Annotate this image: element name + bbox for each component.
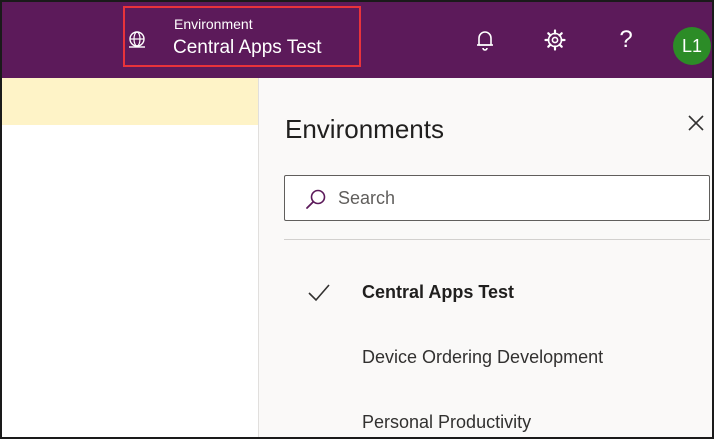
notification-banner <box>2 78 258 125</box>
checkmark-icon <box>308 284 330 302</box>
panel-title: Environments <box>285 114 444 144</box>
environment-item-label: Central Apps Test <box>362 282 515 302</box>
help-icon[interactable]: ? <box>613 26 639 54</box>
bell-icon[interactable] <box>472 26 498 54</box>
environment-item[interactable]: Personal Productivity <box>285 395 710 437</box>
environment-label: Environment <box>174 16 253 32</box>
avatar-initials: L1 <box>681 35 703 56</box>
environment-item-label: Personal Productivity <box>362 412 532 432</box>
globe-icon <box>129 31 145 48</box>
top-header-bar: Environment Central Apps Test ? L1 <box>2 2 712 78</box>
help-glyph: ? <box>619 26 633 53</box>
close-icon[interactable] <box>685 112 707 134</box>
environment-item-label: Device Ordering Development <box>362 347 604 367</box>
environment-name[interactable]: Central Apps Test <box>173 37 322 59</box>
environment-item-selected[interactable]: Central Apps Test <box>285 265 710 319</box>
avatar[interactable]: L1 <box>673 27 711 65</box>
gear-icon[interactable] <box>542 26 568 54</box>
environment-item[interactable]: Device Ordering Development <box>285 330 710 384</box>
divider <box>284 239 710 240</box>
app-window: Environment Central Apps Test ? L1 Envir… <box>0 0 714 439</box>
search-icon <box>306 189 326 209</box>
search-input[interactable] <box>338 185 698 211</box>
